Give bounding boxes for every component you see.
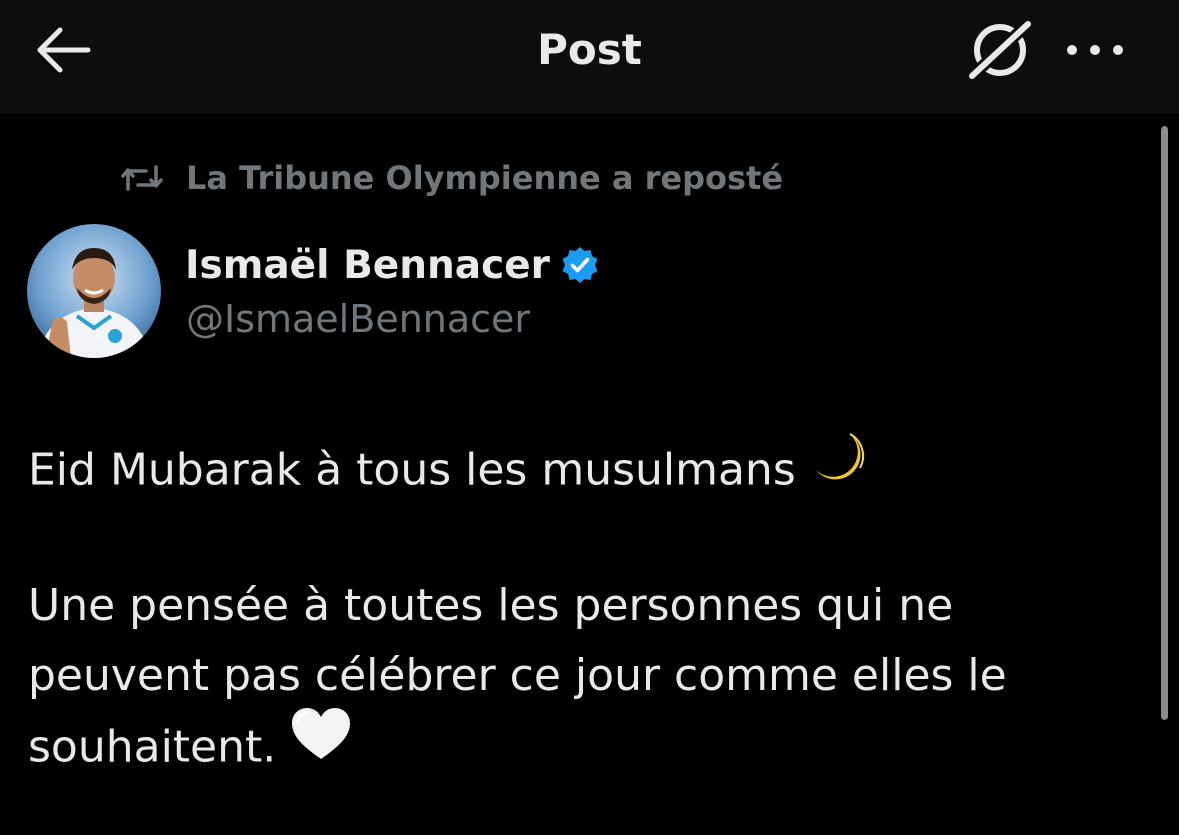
- more-options-button[interactable]: [1062, 30, 1128, 70]
- grok-icon: [964, 16, 1036, 84]
- white-heart-emoji: [290, 707, 352, 784]
- grok-button[interactable]: [964, 16, 1036, 84]
- profile-photo: [27, 224, 161, 358]
- verified-badge-icon: [562, 247, 598, 283]
- repost-indicator[interactable]: La Tribune Olympienne a reposté: [120, 155, 783, 201]
- top-bar: Post: [0, 0, 1179, 114]
- repost-icon: [121, 165, 163, 191]
- repost-text: La Tribune Olympienne a reposté: [186, 159, 784, 197]
- more-horizontal-icon: [1067, 45, 1123, 55]
- tweet-text-line-4: souhaitent.: [28, 721, 277, 773]
- arrow-left-icon: [37, 27, 91, 73]
- tweet-line: Une pensée à toutes les personnes qui ne: [28, 571, 953, 641]
- author-name[interactable]: Ismaël Bennacer: [185, 238, 600, 292]
- tweet-text-line-3: peuvent pas célébrer ce jour comme elles…: [28, 650, 1007, 701]
- tweet-line: peuvent pas célébrer ce jour comme elles…: [28, 641, 1007, 711]
- avatar[interactable]: [27, 224, 161, 358]
- tweet-text-line-2: Une pensée à toutes les personnes qui ne: [28, 580, 954, 631]
- crescent-moon-emoji: [810, 428, 870, 509]
- tweet-line: souhaitent.: [28, 708, 352, 788]
- scrollbar[interactable]: [1161, 126, 1168, 720]
- back-button[interactable]: [30, 24, 94, 76]
- tweet-text-line-1: Eid Mubarak à tous les musulmans: [28, 444, 796, 496]
- author-name-text: Ismaël Bennacer: [185, 242, 550, 288]
- author-handle[interactable]: @IsmaelBennacer: [186, 294, 530, 344]
- tweet-line: Eid Mubarak à tous les musulmans: [28, 432, 870, 513]
